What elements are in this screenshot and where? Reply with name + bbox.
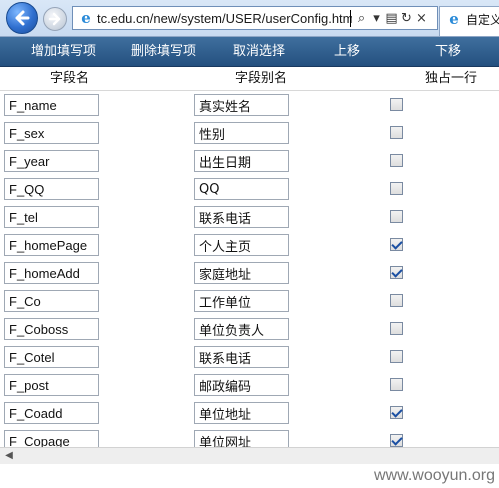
table-row xyxy=(0,427,499,447)
field-alias-input[interactable] xyxy=(194,318,289,340)
close-icon[interactable]: × xyxy=(414,9,429,29)
add-field-button[interactable]: 增加填写项 xyxy=(31,37,96,67)
field-alias-input[interactable] xyxy=(194,374,289,396)
table-header: 字段名 字段别名 独占一行 xyxy=(0,67,499,91)
field-alias-input[interactable] xyxy=(194,178,289,200)
scroll-left-icon[interactable]: ◀ xyxy=(2,449,16,463)
single-line-checkbox[interactable] xyxy=(390,266,403,279)
cancel-selection-button[interactable]: 取消选择 xyxy=(233,37,285,67)
search-icon[interactable]: ⌕ xyxy=(354,9,369,29)
single-line-header: 独占一行 xyxy=(425,71,478,86)
field-name-input[interactable] xyxy=(4,262,99,284)
ie-tab-icon: e xyxy=(449,10,459,28)
page-footer: www.wooyun.org xyxy=(0,464,499,488)
field-alias-input[interactable] xyxy=(194,346,289,368)
refresh-icon[interactable]: ↻ xyxy=(399,9,414,29)
field-alias-input[interactable] xyxy=(194,430,289,447)
single-line-checkbox[interactable] xyxy=(390,210,403,223)
table-row xyxy=(0,147,499,175)
field-name-input[interactable] xyxy=(4,290,99,312)
field-name-input[interactable] xyxy=(4,150,99,172)
single-line-checkbox[interactable] xyxy=(390,154,403,167)
table-row xyxy=(0,343,499,371)
single-line-checkbox[interactable] xyxy=(390,238,403,251)
forward-arrow-icon xyxy=(48,12,61,26)
single-line-checkbox[interactable] xyxy=(390,98,403,111)
field-name-input[interactable] xyxy=(4,430,99,447)
back-button[interactable] xyxy=(6,2,38,34)
table-row xyxy=(0,259,499,287)
field-alias-input[interactable] xyxy=(194,94,289,116)
field-alias-input[interactable] xyxy=(194,122,289,144)
field-alias-input[interactable] xyxy=(194,150,289,172)
table-row xyxy=(0,203,499,231)
field-name-input[interactable] xyxy=(4,206,99,228)
table-row xyxy=(0,175,499,203)
table-row xyxy=(0,399,499,427)
ie-page-icon: e xyxy=(81,9,91,27)
field-name-input[interactable] xyxy=(4,122,99,144)
dropdown-icon[interactable]: ▾ xyxy=(369,9,384,29)
single-line-checkbox[interactable] xyxy=(390,406,403,419)
field-alias-input[interactable] xyxy=(194,402,289,424)
browser-tab[interactable]: e 自定义 xyxy=(439,6,499,36)
address-tools: ⌕ ▾ ▤ ↻ × xyxy=(354,9,434,29)
field-alias-input[interactable] xyxy=(194,290,289,312)
tab-title: 自定义 xyxy=(466,13,499,27)
single-line-checkbox[interactable] xyxy=(390,434,403,447)
table-row xyxy=(0,231,499,259)
field-alias-header: 字段别名 xyxy=(235,71,288,86)
horizontal-scrollbar[interactable]: ◀ xyxy=(0,447,499,464)
browser-chrome: e tc.edu.cn/new/system/USER/userConfig.h… xyxy=(0,0,499,37)
field-name-input[interactable] xyxy=(4,402,99,424)
forward-button[interactable] xyxy=(43,7,67,31)
compatibility-icon[interactable]: ▤ xyxy=(384,9,399,29)
back-arrow-icon xyxy=(15,10,30,26)
field-name-input[interactable] xyxy=(4,318,99,340)
watermark: www.wooyun.org xyxy=(374,467,495,484)
table-row xyxy=(0,287,499,315)
action-toolbar: 增加填写项 删除填写项 取消选择 上移 下移 xyxy=(0,37,499,67)
move-down-button[interactable]: 下移 xyxy=(435,37,461,67)
address-input[interactable]: tc.edu.cn/new/system/USER/userConfig.htm xyxy=(97,9,352,29)
table-row xyxy=(0,119,499,147)
move-up-button[interactable]: 上移 xyxy=(334,37,360,67)
field-name-input[interactable] xyxy=(4,94,99,116)
single-line-checkbox[interactable] xyxy=(390,350,403,363)
single-line-checkbox[interactable] xyxy=(390,378,403,391)
table-row xyxy=(0,315,499,343)
field-name-input[interactable] xyxy=(4,346,99,368)
table-row xyxy=(0,91,499,119)
single-line-checkbox[interactable] xyxy=(390,182,403,195)
single-line-checkbox[interactable] xyxy=(390,294,403,307)
field-name-input[interactable] xyxy=(4,178,99,200)
field-name-header: 字段名 xyxy=(50,71,90,86)
field-name-input[interactable] xyxy=(4,234,99,256)
single-line-checkbox[interactable] xyxy=(390,126,403,139)
table-row xyxy=(0,371,499,399)
field-config-table xyxy=(0,91,499,447)
field-alias-input[interactable] xyxy=(194,262,289,284)
field-alias-input[interactable] xyxy=(194,206,289,228)
field-alias-input[interactable] xyxy=(194,234,289,256)
text-caret xyxy=(350,10,351,27)
address-bar[interactable]: e tc.edu.cn/new/system/USER/userConfig.h… xyxy=(72,6,438,30)
single-line-checkbox[interactable] xyxy=(390,322,403,335)
field-name-input[interactable] xyxy=(4,374,99,396)
delete-field-button[interactable]: 删除填写项 xyxy=(131,37,196,67)
